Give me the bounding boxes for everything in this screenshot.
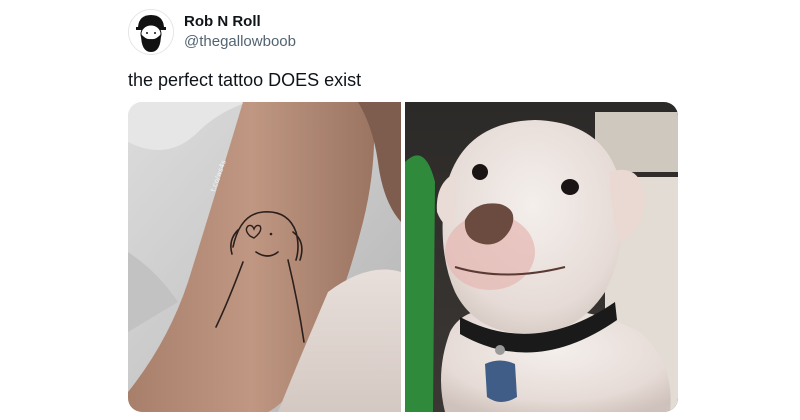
user-handle[interactable]: @thegallowboob — [184, 32, 296, 52]
tweet-header: Rob N Roll @thegallowboob — [128, 8, 296, 56]
dog-photo-icon — [405, 102, 678, 412]
tweet-card: Rob N Roll @thegallowboob the perfect ta… — [0, 0, 800, 420]
avatar-icon — [129, 10, 173, 54]
tattoo-photo[interactable]: t.co/ws4s — [128, 102, 401, 412]
display-name[interactable]: Rob N Roll — [184, 12, 296, 32]
author-names: Rob N Roll @thegallowboob — [184, 12, 296, 52]
avatar[interactable] — [128, 9, 174, 55]
dog-photo[interactable] — [405, 102, 678, 412]
media-grid: t.co/ws4s — [128, 102, 678, 412]
tweet-text: the perfect tattoo DOES exist — [128, 70, 362, 90]
tattoo-photo-icon — [128, 102, 401, 412]
